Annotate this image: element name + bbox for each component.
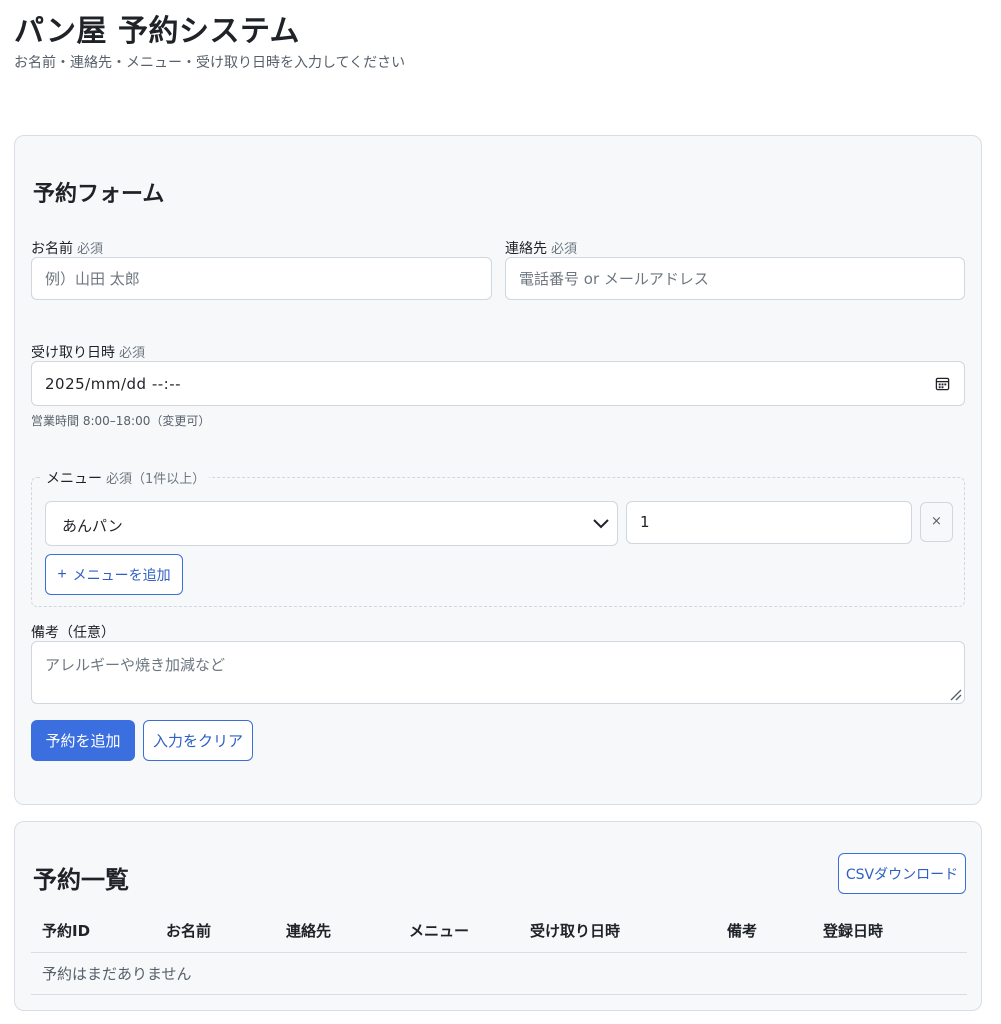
column-header: メニュー — [398, 910, 519, 953]
menu-required-tag: 必須（1件以上） — [106, 472, 206, 487]
reservation-list-card: 予約一覧 CSVダウンロード 予約ID お名前 連絡先 メニュー 受け取り日時 … — [14, 821, 982, 1011]
reservation-table: 予約ID お名前 連絡先 メニュー 受け取り日時 備考 登録日時 予約はまだあり… — [31, 910, 967, 995]
name-input[interactable] — [31, 257, 492, 300]
contact-required-tag: 必須 — [551, 242, 578, 257]
submit-reservation-button[interactable]: 予約を追加 — [31, 720, 135, 761]
list-title: 予約一覧 — [33, 866, 129, 894]
menu-fieldset: メニュー 必須（1件以上） あんパン 1 × + メニューを追加 — [31, 468, 965, 607]
column-header: 連絡先 — [275, 910, 398, 953]
contact-input[interactable] — [505, 257, 965, 300]
name-label: お名前 必須 — [31, 238, 103, 258]
page: パン屋 予約システム お名前・連絡先・メニュー・受け取り日時を入力してください … — [0, 0, 1001, 1024]
contact-label: 連絡先 必須 — [505, 238, 577, 258]
column-header: 予約ID — [31, 910, 155, 953]
notes-label: 備考（任意） — [31, 625, 115, 641]
page-title: パン屋 予約システム — [14, 14, 301, 49]
pickup-label: 受け取り日時 必須 — [31, 342, 145, 362]
menu-legend: メニュー 必須（1件以上） — [42, 468, 210, 488]
column-header: 受け取り日時 — [519, 910, 716, 953]
column-header: 登録日時 — [812, 910, 967, 953]
name-required-tag: 必須 — [77, 242, 104, 257]
resize-handle-icon[interactable] — [948, 687, 962, 701]
page-subtitle: お名前・連絡先・メニュー・受け取り日時を入力してください — [14, 55, 406, 71]
column-header: お名前 — [155, 910, 275, 953]
pickup-datetime-value: 2025/mm/dd --:-- — [45, 375, 182, 393]
pickup-required-tag: 必須 — [119, 346, 146, 361]
menu-legend-text: メニュー — [46, 471, 102, 487]
empty-row: 予約はまだありません — [31, 952, 967, 995]
notes-placeholder: アレルギーや焼き加減など — [45, 656, 226, 674]
calendar-icon[interactable] — [935, 376, 950, 391]
chevron-down-icon — [593, 519, 609, 529]
table-header-row: 予約ID お名前 連絡先 メニュー 受け取り日時 備考 登録日時 — [31, 910, 967, 953]
csv-download-button[interactable]: CSVダウンロード — [838, 853, 966, 894]
add-menu-label: メニューを追加 — [72, 566, 171, 583]
pickup-label-text: 受け取り日時 — [31, 345, 115, 361]
form-title: 予約フォーム — [33, 182, 165, 207]
reservation-form-card: 予約フォーム お名前必須 連絡先必須 受け取り日時必須 2025/mm/dd -… — [14, 135, 982, 805]
clear-form-button[interactable]: 入力をクリア — [143, 720, 253, 761]
contact-label-text: 連絡先 — [505, 241, 547, 257]
notes-textarea[interactable]: アレルギーや焼き加減など — [31, 641, 965, 704]
name-label-text: お名前 — [31, 241, 73, 257]
pickup-datetime-input[interactable]: 2025/mm/dd --:-- — [31, 361, 965, 406]
empty-message: 予約はまだありません — [31, 952, 967, 995]
column-header: 備考 — [716, 910, 812, 953]
plus-icon: + — [57, 565, 67, 583]
pickup-hint: 営業時間 8:00–18:00（変更可） — [31, 414, 211, 428]
add-menu-button[interactable]: + メニューを追加 — [45, 554, 183, 595]
remove-menu-item-button[interactable]: × — [920, 502, 953, 542]
menu-quantity-input[interactable]: 1 — [626, 501, 912, 544]
menu-item-select[interactable]: あんパン — [45, 501, 618, 546]
menu-item-selected: あんパン — [62, 517, 123, 535]
